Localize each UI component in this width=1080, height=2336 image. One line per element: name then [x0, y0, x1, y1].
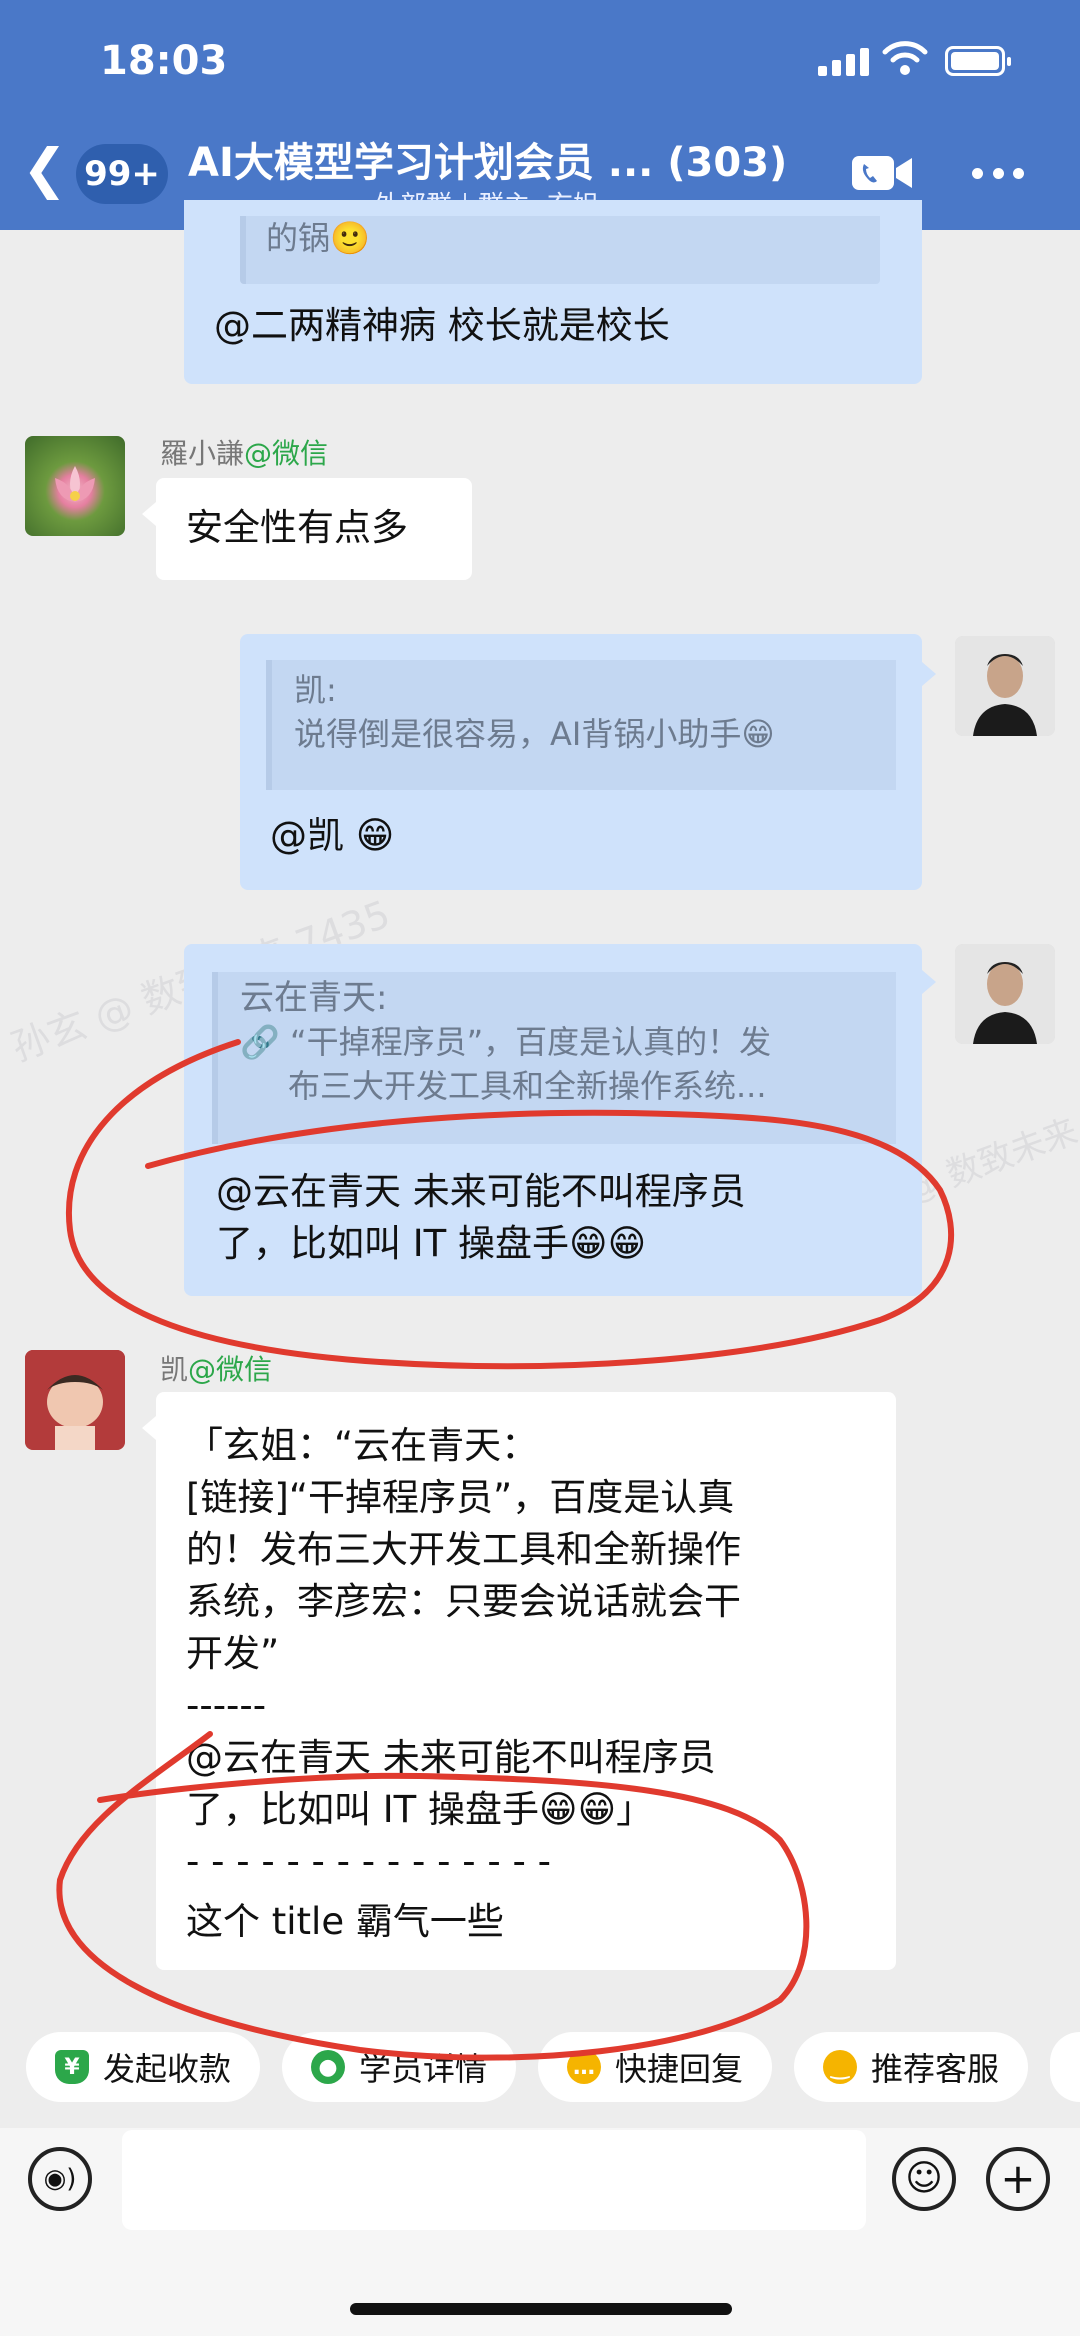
quick-action-quick-reply[interactable]: … 快捷回复 — [538, 2032, 772, 2102]
wifi-icon — [882, 41, 928, 75]
message-text: @云在青天 未来可能不叫程序员 了，比如叫 IT 操盘手😁😁 — [216, 1166, 746, 1270]
message-line: @云在青天 未来可能不叫程序员 — [216, 1170, 746, 1213]
avatar[interactable] — [25, 436, 125, 536]
quoted-message[interactable]: 的锅🙂 — [240, 216, 880, 284]
sender-source: @微信 — [244, 437, 329, 470]
voice-input-icon[interactable]: ◉) — [28, 2147, 92, 2211]
sender-name: 羅小謙@微信 — [160, 432, 328, 472]
message-text: 安全性有点多 — [186, 506, 408, 549]
chat-header: 18:03 ❮ 99+ AI大模型学习计划会员 ... (303) 外部群群主:… — [0, 0, 1080, 230]
home-indicator — [350, 2303, 732, 2315]
message-bubble-other[interactable]: 安全性有点多 — [156, 478, 472, 580]
sender-name-text: 羅小謙 — [160, 437, 245, 470]
message-text: 「玄姐：“云在青天： [链接]“干掉程序员”，百度是认真 的！发布三大开发工具和… — [186, 1420, 741, 1948]
sender-source: @微信 — [188, 1353, 273, 1386]
smile-bubble-icon: ‿ — [822, 2050, 857, 2084]
chat-title[interactable]: AI大模型学习计划会员 ... (303) — [188, 130, 787, 188]
link-icon: 🔗 — [240, 1023, 291, 1061]
battery-icon — [945, 46, 1011, 76]
message-text: @二两精神病 校长就是校长 — [214, 304, 670, 347]
avatar[interactable] — [955, 944, 1055, 1044]
message-line: 了，比如叫 IT 操盘手😁😁」 — [186, 1788, 654, 1831]
status-time: 18:03 — [100, 38, 228, 84]
quote-link-line: 🔗 “干掉程序员”，百度是认真的！发 — [240, 1020, 896, 1064]
quoted-message[interactable]: 云在青天: 🔗 “干掉程序员”，百度是认真的！发 布三大开发工具和全新操作系统.… — [212, 972, 896, 1144]
message-text: @凯 😁 — [270, 814, 395, 857]
quick-action-more[interactable] — [1050, 2032, 1080, 2102]
shield-yen-icon: ¥ — [54, 2050, 89, 2084]
more-options-icon[interactable] — [972, 168, 1024, 182]
bubble-tail — [142, 502, 156, 526]
message-bubble-self[interactable]: 凯: 说得倒是很容易，AI背锅小助手😁 @凯 😁 — [240, 634, 922, 890]
quote-text: 说得倒是很容易，AI背锅小助手😁 — [294, 715, 775, 753]
quick-action-label: 快捷回复 — [614, 2050, 743, 2088]
quote-text: 的锅🙂 — [266, 219, 370, 257]
emoji-icon[interactable]: ☺ — [892, 2147, 956, 2211]
video-call-icon[interactable] — [850, 150, 914, 196]
quote-author: 云在青天: — [240, 978, 388, 1018]
quote-text: “干掉程序员”，百度是认真的！发 — [290, 1023, 772, 1061]
quick-action-label: 学员详情 — [358, 2050, 487, 2088]
chat-bubble-icon: … — [566, 2050, 601, 2084]
sender-name-text: 凯 — [160, 1353, 189, 1386]
quote-author: 凯: — [294, 671, 337, 709]
message-line: 「玄姐：“云在青天： — [186, 1424, 539, 1467]
unread-badge[interactable]: 99+ — [76, 144, 168, 204]
message-line: 开发” — [186, 1632, 280, 1675]
avatar[interactable] — [25, 1350, 125, 1450]
message-line: 了，比如叫 IT 操盘手😁😁 — [216, 1222, 647, 1265]
bubble-tail — [142, 1416, 156, 1440]
quoted-message[interactable]: 凯: 说得倒是很容易，AI背锅小助手😁 — [266, 660, 896, 790]
cellular-signal-icon — [818, 46, 870, 76]
message-line: ------ — [186, 1684, 267, 1727]
back-chevron-icon[interactable]: ❮ — [22, 142, 67, 196]
avatar[interactable] — [955, 636, 1055, 736]
message-line: 这个 title 霸气一些 — [186, 1900, 504, 1943]
quick-action-student-details[interactable]: ● 学员详情 — [282, 2032, 516, 2102]
message-line: 的！发布三大开发工具和全新操作 — [186, 1528, 741, 1571]
quick-action-label: 发起收款 — [102, 2050, 231, 2088]
message-line: [链接]“干掉程序员”，百度是认真 — [186, 1476, 735, 1519]
message-bubble-other[interactable]: 「玄姐：“云在青天： [链接]“干掉程序员”，百度是认真 的！发布三大开发工具和… — [156, 1392, 896, 1970]
message-input[interactable] — [122, 2130, 866, 2230]
add-attachment-icon[interactable]: + — [986, 2147, 1050, 2211]
message-bubble-self[interactable]: 云在青天: 🔗 “干掉程序员”，百度是认真的！发 布三大开发工具和全新操作系统.… — [184, 944, 922, 1296]
quick-action-label: 推荐客服 — [870, 2050, 999, 2088]
quote-text: 布三大开发工具和全新操作系统... — [288, 1067, 767, 1105]
bubble-tail — [922, 662, 936, 686]
message-line: @云在青天 未来可能不叫程序员 — [186, 1736, 716, 1779]
quick-action-collect-payment[interactable]: ¥ 发起收款 — [26, 2032, 260, 2102]
message-bubble-self[interactable]: 的锅🙂 @二两精神病 校长就是校长 — [184, 200, 922, 384]
message-line: - - - - - - - - - - - - - - - — [186, 1840, 551, 1883]
quick-action-recommend-service[interactable]: ‿ 推荐客服 — [794, 2032, 1028, 2102]
person-icon: ● — [310, 2050, 345, 2084]
sender-name: 凯@微信 — [160, 1348, 272, 1388]
bubble-tail — [922, 970, 936, 994]
message-line: 系统，李彦宏：只要会说话就会干 — [186, 1580, 741, 1623]
